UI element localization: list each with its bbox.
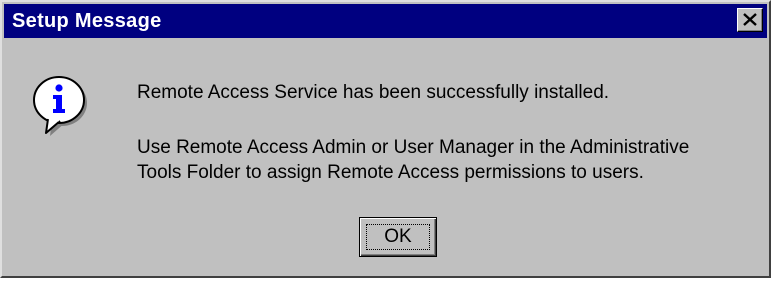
ok-button[interactable]: OK xyxy=(359,217,437,257)
message-line-1: Remote Access Service has been successfu… xyxy=(137,82,610,103)
ok-button-label: OK xyxy=(384,226,412,247)
information-icon xyxy=(33,76,87,136)
focus-rectangle: OK xyxy=(366,224,430,250)
message-line-2: Use Remote Access Admin or User Manager … xyxy=(137,137,690,158)
window-title: Setup Message xyxy=(12,10,162,32)
title-bar[interactable]: Setup Message xyxy=(4,4,767,38)
close-x-icon xyxy=(743,13,757,26)
message-line-3: Tools Folder to assign Remote Access per… xyxy=(137,162,644,183)
close-button[interactable] xyxy=(737,8,763,32)
setup-message-dialog: Setup Message Remote Access Service has … xyxy=(0,0,771,278)
